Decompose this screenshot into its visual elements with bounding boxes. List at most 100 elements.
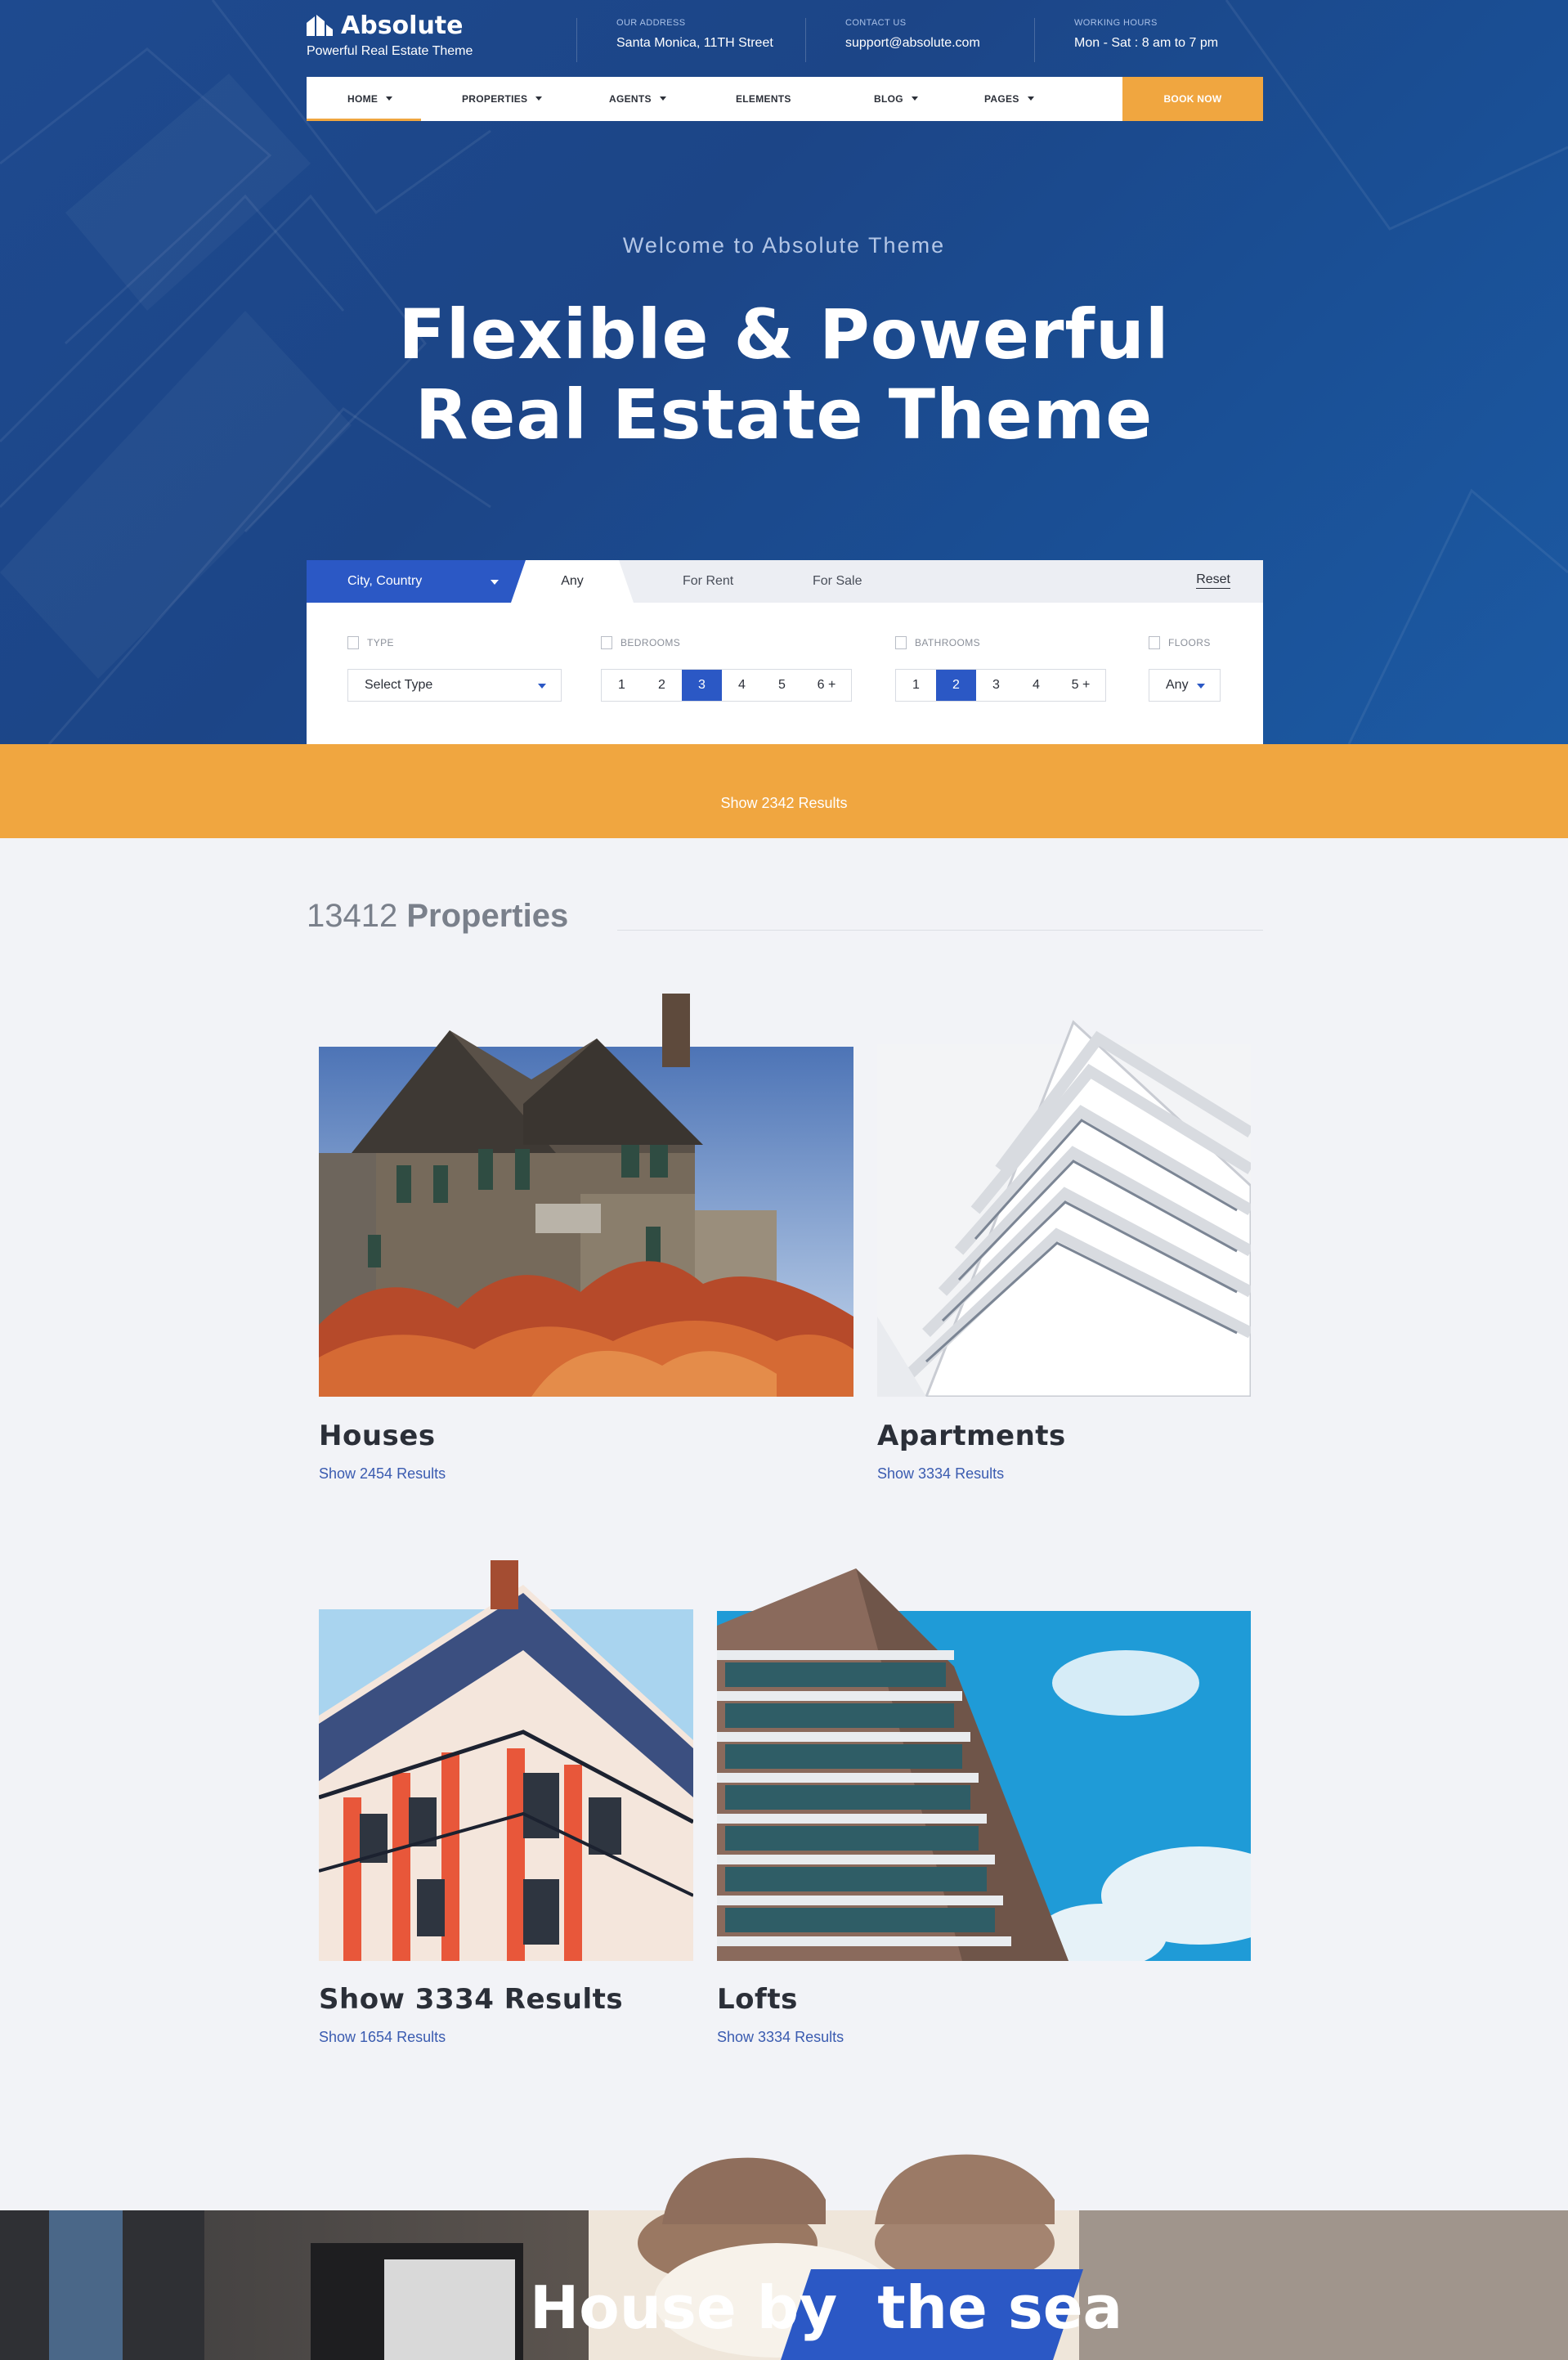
bathrooms-option[interactable]: 1 xyxy=(896,670,936,701)
card-title-lofts[interactable]: Lofts xyxy=(717,1983,798,2016)
chevron-down-icon xyxy=(659,96,666,101)
card-link-lofts[interactable]: Show 3334 Results xyxy=(717,2029,844,2046)
bath-icon xyxy=(895,636,907,649)
card-link-houses[interactable]: Show 2454 Results xyxy=(319,1465,446,1483)
nav-blog-label: BLOG xyxy=(874,93,903,105)
bedrooms-option[interactable]: 6 + xyxy=(802,670,851,701)
apartment-illustration xyxy=(877,1020,1251,1397)
chevron-down-icon xyxy=(911,96,918,101)
contact-label: CONTACT US xyxy=(845,18,907,28)
houses-image[interactable] xyxy=(319,989,853,1397)
chevron-down-icon xyxy=(491,580,499,585)
bathrooms-label-text: BATHROOMS xyxy=(915,637,981,648)
nav-properties-label: PROPERTIES xyxy=(462,93,528,105)
type-select-value: Select Type xyxy=(365,678,433,692)
nav-pages[interactable]: PAGES xyxy=(984,77,1034,121)
card-title-houses[interactable]: Houses xyxy=(319,1420,436,1452)
bedrooms-option[interactable]: 4 xyxy=(722,670,762,701)
main-navbar: HOME PROPERTIES AGENTS ELEMENTS BLOG PAG… xyxy=(307,77,1263,121)
townhouse-image[interactable] xyxy=(319,1552,693,1961)
bathrooms-label: BATHROOMS xyxy=(895,636,980,649)
chevron-down-icon xyxy=(1197,684,1205,689)
properties-count: 13412 Properties xyxy=(307,898,568,935)
show-results-button[interactable]: Show 2342 Results xyxy=(0,744,1568,838)
location-select[interactable]: City, Country xyxy=(307,560,535,603)
bedrooms-option[interactable]: 5 xyxy=(762,670,802,701)
hero-headline-line2: Real Estate Theme xyxy=(414,375,1154,455)
logo-icon xyxy=(307,15,333,36)
address-label: OUR ADDRESS xyxy=(616,18,686,28)
address-info: OUR ADDRESS Santa Monica, 11TH Street xyxy=(576,18,773,62)
chevron-down-icon xyxy=(538,684,546,689)
nav-active-indicator xyxy=(307,119,421,121)
bathrooms-option[interactable]: 5 + xyxy=(1056,670,1105,701)
brand-name: Absolute xyxy=(341,11,464,40)
feature-title: House by the sea xyxy=(530,2273,1122,2342)
nav-elements[interactable]: ELEMENTS xyxy=(736,77,791,121)
tab-for-rent[interactable]: For Rent xyxy=(683,560,733,603)
brand-tagline: Powerful Real Estate Theme xyxy=(307,44,473,58)
lofts-image[interactable] xyxy=(717,1552,1251,1961)
feature-title-part1: House by xyxy=(530,2273,838,2342)
type-label: TYPE xyxy=(347,636,394,649)
bathrooms-option-selected[interactable]: 2 xyxy=(936,670,976,701)
bathrooms-selector: 1 2 3 4 5 + xyxy=(895,669,1106,702)
properties-count-label: Properties xyxy=(406,898,569,934)
property-search-panel: City, Country Any For Rent For Sale Rese… xyxy=(307,560,1263,744)
section-divider xyxy=(617,930,1263,931)
bathrooms-option[interactable]: 4 xyxy=(1016,670,1056,701)
hero-headline-line1: Flexible & Powerful xyxy=(398,294,1170,375)
floors-select[interactable]: Any xyxy=(1149,669,1221,702)
apartments-image[interactable] xyxy=(877,989,1251,1397)
contact-email[interactable]: support@absolute.com xyxy=(845,36,980,51)
chevron-down-icon xyxy=(386,96,393,101)
lofts-illustration xyxy=(717,1568,1251,1961)
floors-icon xyxy=(1149,636,1160,649)
nav-home[interactable]: HOME xyxy=(347,77,393,121)
type-select[interactable]: Select Type xyxy=(347,669,562,702)
bedrooms-selector: 1 2 3 4 5 6 + xyxy=(601,669,852,702)
nav-pages-label: PAGES xyxy=(984,93,1019,105)
address-value: Santa Monica, 11TH Street xyxy=(616,36,773,50)
tab-for-sale[interactable]: For Sale xyxy=(813,560,862,603)
bedrooms-label-text: BEDROOMS xyxy=(620,637,681,648)
topbar: Absolute Powerful Real Estate Theme OUR … xyxy=(307,11,1263,64)
bedrooms-label: BEDROOMS xyxy=(601,636,680,649)
floors-label-text: FLOORS xyxy=(1168,637,1211,648)
nav-properties[interactable]: PROPERTIES xyxy=(462,77,543,121)
card-title-townhouses[interactable]: Show 3334 Results xyxy=(319,1983,623,2016)
location-value: City, Country xyxy=(347,574,423,588)
chevron-down-icon xyxy=(1027,96,1034,101)
hours-label: WORKING HOURS xyxy=(1074,18,1158,28)
floors-select-value: Any xyxy=(1166,678,1189,692)
bed-icon xyxy=(601,636,612,649)
nav-home-label: HOME xyxy=(347,93,379,105)
feature-title-part2: the sea xyxy=(877,2273,1123,2342)
type-label-text: TYPE xyxy=(367,637,394,648)
bedrooms-option[interactable]: 1 xyxy=(602,670,642,701)
building-icon xyxy=(347,636,359,649)
search-tabs: City, Country Any For Rent For Sale Rese… xyxy=(307,560,1263,603)
bathrooms-option[interactable]: 3 xyxy=(976,670,1016,701)
townhouse-illustration xyxy=(319,1560,693,1961)
tab-any[interactable]: Any xyxy=(511,560,634,603)
chevron-down-icon xyxy=(535,96,543,101)
card-link-apartments[interactable]: Show 3334 Results xyxy=(877,1465,1004,1483)
bedrooms-option[interactable]: 2 xyxy=(642,670,682,701)
nav-blog[interactable]: BLOG xyxy=(874,77,918,121)
hours-value: Mon - Sat : 8 am to 7 pm xyxy=(1074,36,1219,50)
bedrooms-option-selected[interactable]: 3 xyxy=(682,670,722,701)
nav-agents-label: AGENTS xyxy=(609,93,652,105)
house-illustration xyxy=(319,994,853,1397)
reset-link[interactable]: Reset xyxy=(1196,572,1230,589)
hours-info: WORKING HOURS Mon - Sat : 8 am to 7 pm xyxy=(1034,18,1218,62)
hero-headline: Flexible & Powerful Real Estate Theme xyxy=(0,294,1568,455)
hero-welcome: Welcome to Absolute Theme xyxy=(622,233,946,258)
pillows-illustration xyxy=(662,2154,1055,2224)
properties-count-number: 13412 xyxy=(307,898,398,934)
card-title-apartments[interactable]: Apartments xyxy=(877,1420,1066,1452)
card-link-townhouses[interactable]: Show 1654 Results xyxy=(319,2029,446,2046)
nav-agents[interactable]: AGENTS xyxy=(609,77,666,121)
nav-elements-label: ELEMENTS xyxy=(736,93,791,105)
book-now-button[interactable]: BOOK NOW xyxy=(1122,77,1263,121)
